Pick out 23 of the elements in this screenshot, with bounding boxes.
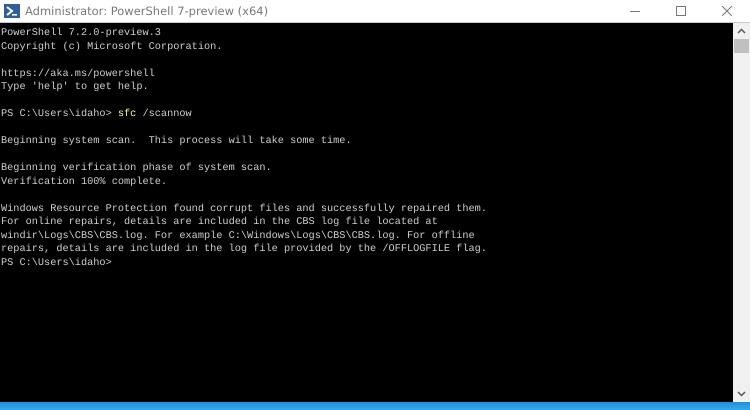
window-title: Administrator: PowerShell 7-preview (x64) bbox=[25, 4, 268, 18]
scroll-thumb[interactable] bbox=[734, 39, 749, 53]
close-icon bbox=[722, 6, 732, 16]
command-name: sfc bbox=[118, 108, 136, 120]
maximize-icon bbox=[676, 6, 686, 16]
console-line: https://aka.ms/powershell bbox=[1, 68, 155, 80]
command-argument: /scannow bbox=[142, 108, 192, 120]
scroll-up-icon[interactable] bbox=[737, 28, 746, 34]
console-line: Beginning verification phase of system scan. bbox=[1, 162, 272, 174]
console-line: For online repairs, details are included in the CBS log file located at bbox=[1, 216, 438, 228]
terminal-icon bbox=[4, 4, 20, 18]
prompt-text: PS C:\Users\idaho> bbox=[1, 256, 112, 268]
console-line: Copyright (c) Microsoft Corporation. bbox=[1, 40, 222, 52]
console-line: Beginning system scan. This process will take some time. bbox=[1, 135, 352, 147]
console-line: Windows Resource Protection found corrupt files and successfully repaired them. bbox=[1, 202, 487, 214]
console-line: Type 'help' to get help. bbox=[1, 81, 149, 93]
console-line: windir\Logs\CBS\CBS.log. For example C:\Windows\Logs\CBS\CBS.log. For offline bbox=[1, 230, 475, 242]
scroll-down-icon[interactable] bbox=[737, 391, 746, 397]
prompt-text: PS C:\Users\idaho> bbox=[1, 108, 112, 120]
scrollbar[interactable] bbox=[733, 23, 750, 402]
console-line: Verification 100% complete. bbox=[1, 176, 168, 188]
console-line: PowerShell 7.2.0-preview.3 bbox=[1, 27, 161, 39]
console-line: repairs, details are included in the log file provided by the /OFFLOGFILE flag. bbox=[1, 243, 487, 255]
